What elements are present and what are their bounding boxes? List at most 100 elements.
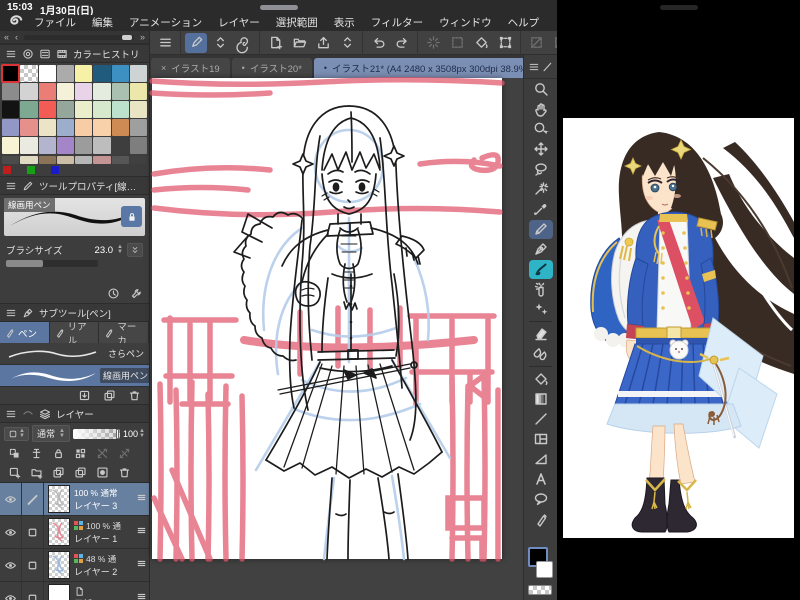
brush-size-slider[interactable] <box>6 260 98 267</box>
fill-tool[interactable] <box>524 369 558 389</box>
color-swatch[interactable] <box>2 83 20 100</box>
layer-row-0[interactable]: 100 % 通常 レイヤー 3 <box>0 482 149 516</box>
layer-mask-icon[interactable] <box>92 465 112 480</box>
blend-tool[interactable] <box>524 344 558 364</box>
lock-transparent-icon[interactable] <box>70 446 90 461</box>
color-swatch[interactable] <box>111 65 129 82</box>
import-subtool-icon[interactable] <box>78 389 91 402</box>
layer-visibility-eye-icon[interactable] <box>0 515 22 549</box>
fill-icon[interactable] <box>470 33 492 53</box>
subtool-tab-2[interactable]: マーカ <box>99 322 150 347</box>
color-swatch[interactable] <box>27 166 35 174</box>
duplicate-subtool-icon[interactable] <box>103 389 116 402</box>
merge-layer-icon[interactable] <box>70 465 90 480</box>
layer-handle-icon[interactable] <box>135 491 149 507</box>
save-switch-icon[interactable] <box>336 33 358 53</box>
layer-row-1[interactable]: 100 % 通レイヤー 1 <box>0 515 149 549</box>
color-swatch[interactable] <box>20 83 38 100</box>
snap-1-icon[interactable] <box>525 33 547 53</box>
panel-nav[interactable]: « ‹ » <box>0 31 149 44</box>
color-swatch[interactable] <box>93 83 111 100</box>
layer-checkbox[interactable] <box>22 515 44 549</box>
color-swatch[interactable] <box>111 83 129 100</box>
wrench-icon[interactable] <box>130 287 143 300</box>
menu-item-6[interactable]: フィルター <box>363 15 431 31</box>
airbrush-tool[interactable] <box>524 279 558 299</box>
menu-item-5[interactable]: 表示 <box>326 15 363 31</box>
layer-thumbnail[interactable] <box>48 551 70 579</box>
brush-tool[interactable] <box>524 259 558 279</box>
color-swatch[interactable] <box>38 137 56 154</box>
color-swatch[interactable] <box>56 65 74 82</box>
color-swatch[interactable] <box>129 83 147 100</box>
hand-tool[interactable] <box>524 99 558 119</box>
eraser-tool[interactable] <box>524 324 558 344</box>
color-swatch[interactable] <box>75 137 93 154</box>
color-swatch[interactable] <box>20 101 38 118</box>
tool-pen-shortcut-icon[interactable] <box>185 32 207 53</box>
color-swatch[interactable] <box>20 156 38 164</box>
layer-visibility-eye-icon[interactable] <box>0 548 22 582</box>
color-swatch[interactable] <box>75 65 93 82</box>
color-swatch[interactable] <box>3 166 11 174</box>
color-swatch[interactable] <box>2 101 20 118</box>
lock-layer-icon[interactable] <box>48 446 68 461</box>
color-swatch[interactable] <box>111 119 129 136</box>
main-menu-icon[interactable] <box>154 33 176 53</box>
color-swatch[interactable] <box>20 65 38 82</box>
delete-subtool-icon[interactable] <box>128 389 141 402</box>
layer-visibility-eye-icon[interactable] <box>0 482 22 516</box>
collapse-all-icon[interactable]: « <box>4 32 9 42</box>
color-swatch[interactable] <box>2 156 20 164</box>
prev-icon[interactable]: ‹ <box>15 32 18 42</box>
color-swatch[interactable] <box>56 101 74 118</box>
color-swatch[interactable] <box>129 137 147 154</box>
color-swatch[interactable] <box>111 137 129 154</box>
color-swatch[interactable] <box>93 119 111 136</box>
selection-tool[interactable] <box>524 159 558 179</box>
gradient-tool[interactable] <box>524 389 558 409</box>
color-swatch[interactable] <box>38 101 56 118</box>
layer-thumbnail[interactable] <box>48 485 70 513</box>
layer-thumbnail[interactable] <box>48 518 70 546</box>
subtool-item-0[interactable]: さらペン <box>0 343 149 365</box>
color-swatch[interactable] <box>38 119 56 136</box>
color-swatch[interactable] <box>75 83 93 100</box>
reset-settings-icon[interactable] <box>107 287 120 300</box>
color-swatch[interactable] <box>56 83 74 100</box>
subtool-item-1[interactable]: 線画用ペン <box>0 365 165 387</box>
subtool-tab-1[interactable]: リアル <box>49 322 100 347</box>
color-swatch[interactable] <box>51 166 59 174</box>
delete-layer-icon[interactable] <box>114 465 134 480</box>
new-folder-icon[interactable] <box>26 465 46 480</box>
figure-tool[interactable] <box>524 409 558 429</box>
sub-color-swatch[interactable] <box>536 561 553 578</box>
save-export-icon[interactable] <box>312 33 334 53</box>
menu-item-0[interactable]: ファイル <box>26 15 84 31</box>
deselect-icon[interactable] <box>422 33 444 53</box>
panel-scroll-track[interactable] <box>24 34 134 40</box>
layer-checkbox[interactable] <box>22 581 44 600</box>
brush-stroke-preview[interactable]: 線画用ペン <box>4 198 145 236</box>
transparent-color-swatch[interactable] <box>528 585 552 595</box>
subtool-tab-0[interactable]: ペン <box>0 322 50 343</box>
color-swatch[interactable] <box>2 137 20 154</box>
balloon-tool[interactable] <box>524 489 558 509</box>
set-ruler-icon[interactable] <box>92 446 112 461</box>
multitask-pill[interactable] <box>660 5 698 10</box>
blend-mode-dropdown[interactable]: 通常 ▲ ▼ <box>31 425 70 442</box>
menu-item-8[interactable]: ヘルプ <box>500 15 548 31</box>
color-swatch[interactable] <box>93 101 111 118</box>
operation-tool[interactable] <box>524 119 558 139</box>
tool-palette-header[interactable] <box>524 55 557 79</box>
color-swatch[interactable] <box>129 65 147 82</box>
layer-handle-icon[interactable] <box>135 524 149 540</box>
color-swatch[interactable] <box>129 101 147 118</box>
color-swatch[interactable] <box>93 156 111 164</box>
multitask-pill[interactable] <box>260 5 298 10</box>
color-swatch[interactable] <box>56 137 74 154</box>
eyedropper-tool[interactable] <box>524 199 558 219</box>
layer-thumbnail[interactable] <box>48 584 70 600</box>
polyline-tool[interactable] <box>524 449 558 469</box>
decoration-tool[interactable] <box>524 299 558 319</box>
